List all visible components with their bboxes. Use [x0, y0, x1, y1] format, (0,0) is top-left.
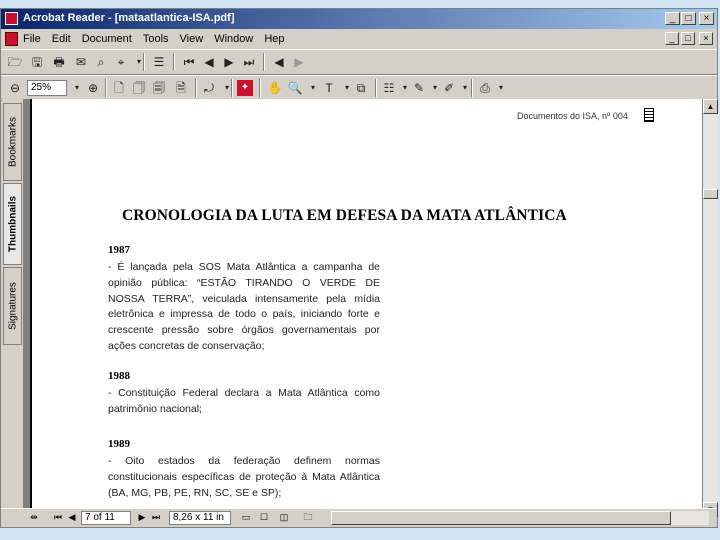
- zoom-input[interactable]: 25%: [27, 80, 67, 96]
- window-title: Acrobat Reader - [mataatlantica-ISA.pdf]: [23, 12, 235, 24]
- print-icon[interactable]: 🖶: [51, 54, 67, 70]
- toolbar-file: 🗁 🖫 🖶 ✉ ⌕ ⌖ ▾ ☰ ⏮ ◀ ▶ ⏭ ◀ ▶: [1, 49, 717, 75]
- maximize-button[interactable]: □: [681, 12, 696, 25]
- continuous-facing-icon[interactable]: ◫: [277, 511, 291, 524]
- page-size-field: 8,26 x 11 in: [169, 511, 231, 525]
- acrobat-window: Acrobat Reader - [mataatlantica-ISA.pdf]…: [0, 8, 718, 528]
- page-header: Documentos do ISA, nº 004: [517, 111, 628, 121]
- menu-file[interactable]: File: [23, 33, 41, 45]
- entry-text: - Oito estados da federação definem norm…: [108, 455, 380, 499]
- graphics-select-icon[interactable]: ⧉: [353, 80, 369, 96]
- menu-bar: File Edit Document Tools View Window Hep…: [1, 30, 717, 49]
- scroll-up-icon[interactable]: ▲: [703, 99, 718, 114]
- next-page-icon[interactable]: ▶: [221, 54, 237, 70]
- previous-page-icon[interactable]: ◀: [201, 54, 217, 70]
- hand-tool-icon[interactable]: ✋: [267, 80, 283, 96]
- doc-restore-button[interactable]: □: [681, 32, 695, 45]
- year-heading: 1989: [108, 438, 130, 450]
- last-page-icon[interactable]: ⏭: [241, 54, 257, 70]
- menu-help[interactable]: Hep: [264, 33, 284, 45]
- doc-minimize-button[interactable]: _: [665, 32, 679, 45]
- status-prev-page-icon[interactable]: ◀: [65, 511, 79, 524]
- show-nav-pane-icon[interactable]: ⇹: [27, 511, 41, 524]
- page-number-field[interactable]: 7 of 11: [81, 511, 131, 525]
- entry-text: - Constituição Federal declara a Mata At…: [108, 387, 380, 415]
- title-bar: Acrobat Reader - [mataatlantica-ISA.pdf]…: [1, 9, 717, 29]
- navigation-pane-tabs: Bookmarks Thumbnails Signatures: [2, 99, 24, 517]
- menu-edit[interactable]: Edit: [52, 33, 71, 45]
- reflow-icon[interactable]: 🗎: [173, 80, 189, 96]
- tab-bookmarks[interactable]: Bookmarks: [3, 103, 22, 181]
- isa-logo-icon: [644, 108, 654, 122]
- horizontal-scroll-thumb[interactable]: [331, 511, 671, 525]
- save-icon[interactable]: 🖫: [29, 54, 45, 70]
- status-first-page-icon[interactable]: ⏮: [51, 511, 65, 524]
- document-menu-icon[interactable]: [5, 32, 18, 46]
- stamp-tool-icon[interactable]: ⎙: [477, 80, 493, 96]
- status-bar: ⇹ ⏮ ◀ 7 of 11 ▶ ⏭ 8,26 x 11 in ▭ ☐ ◫ 🗀: [1, 508, 717, 527]
- status-last-page-icon[interactable]: ⏭: [149, 511, 163, 524]
- menu-tools[interactable]: Tools: [143, 33, 169, 45]
- status-next-page-icon[interactable]: ▶: [135, 511, 149, 524]
- document-view[interactable]: Documentos do ISA, nº 004 CRONOLOGIA DA …: [24, 99, 703, 517]
- zoom-in-icon[interactable]: ⊕: [85, 80, 101, 96]
- acrobat-online-icon[interactable]: ✦: [237, 80, 253, 96]
- toolbar-view: ⊖ 25% ▾ ⊕ 🗋 🗍 🗐 🗎 ⤾ ▾ ✦ ✋ 🔍 ▾ T ▾ ⧉ ☷ ▾ …: [1, 75, 717, 101]
- highlight-tool-icon[interactable]: ✐: [441, 80, 457, 96]
- continuous-icon[interactable]: ☐: [257, 511, 271, 524]
- zoom-tool-icon[interactable]: 🔍: [287, 80, 303, 96]
- doc-close-button[interactable]: ×: [699, 32, 713, 45]
- tab-signatures[interactable]: Signatures: [3, 267, 22, 345]
- go-forward-icon[interactable]: ▶: [291, 54, 307, 70]
- scroll-thumb[interactable]: [703, 189, 718, 199]
- note-tool-icon[interactable]: ☷: [381, 80, 397, 96]
- text-select-icon[interactable]: T: [321, 80, 337, 96]
- pencil-tool-icon[interactable]: ✎: [411, 80, 427, 96]
- single-page-icon[interactable]: ▭: [239, 511, 253, 524]
- open-icon[interactable]: 🗁: [7, 54, 23, 70]
- email-icon[interactable]: ✉: [73, 54, 89, 70]
- vertical-scrollbar[interactable]: ▲ ▼: [703, 99, 718, 517]
- year-heading: 1988: [108, 370, 130, 382]
- zoom-tool-dropdown-icon[interactable]: ▾: [305, 80, 321, 96]
- fit-width-icon[interactable]: 🗐: [151, 80, 167, 96]
- search-icon[interactable]: ⌕: [93, 54, 109, 70]
- stamp-dropdown-icon[interactable]: ▾: [493, 80, 509, 96]
- minimize-button[interactable]: _: [665, 12, 680, 25]
- zoom-dropdown-icon[interactable]: ▾: [69, 80, 85, 96]
- zoom-out-icon[interactable]: ⊖: [7, 80, 23, 96]
- document-title: CRONOLOGIA DA LUTA EM DEFESA DA MATA ATL…: [122, 207, 567, 224]
- show-hide-navigation-icon[interactable]: ☰: [151, 54, 167, 70]
- actual-size-icon[interactable]: 🗋: [111, 80, 127, 96]
- tab-thumbnails[interactable]: Thumbnails: [3, 183, 22, 265]
- menu-document[interactable]: Document: [82, 33, 132, 45]
- close-button[interactable]: ×: [699, 12, 714, 25]
- year-heading: 1987: [108, 244, 130, 256]
- menu-window[interactable]: Window: [214, 33, 253, 45]
- go-back-icon[interactable]: ◀: [271, 54, 287, 70]
- rotate-icon[interactable]: ⤾: [201, 80, 217, 96]
- find-icon[interactable]: ⌖: [113, 54, 129, 70]
- fit-page-icon[interactable]: 🗍: [131, 80, 147, 96]
- first-page-icon[interactable]: ⏮: [181, 54, 197, 70]
- acrobat-app-icon: [5, 12, 18, 25]
- pdf-page: Documentos do ISA, nº 004 CRONOLOGIA DA …: [30, 99, 702, 517]
- status-folder-icon[interactable]: 🗀: [301, 511, 315, 524]
- entry-text: - É lançada pela SOS Mata Atlântica a ca…: [108, 261, 380, 352]
- horizontal-scrollbar[interactable]: [331, 511, 709, 525]
- menu-view[interactable]: View: [180, 33, 204, 45]
